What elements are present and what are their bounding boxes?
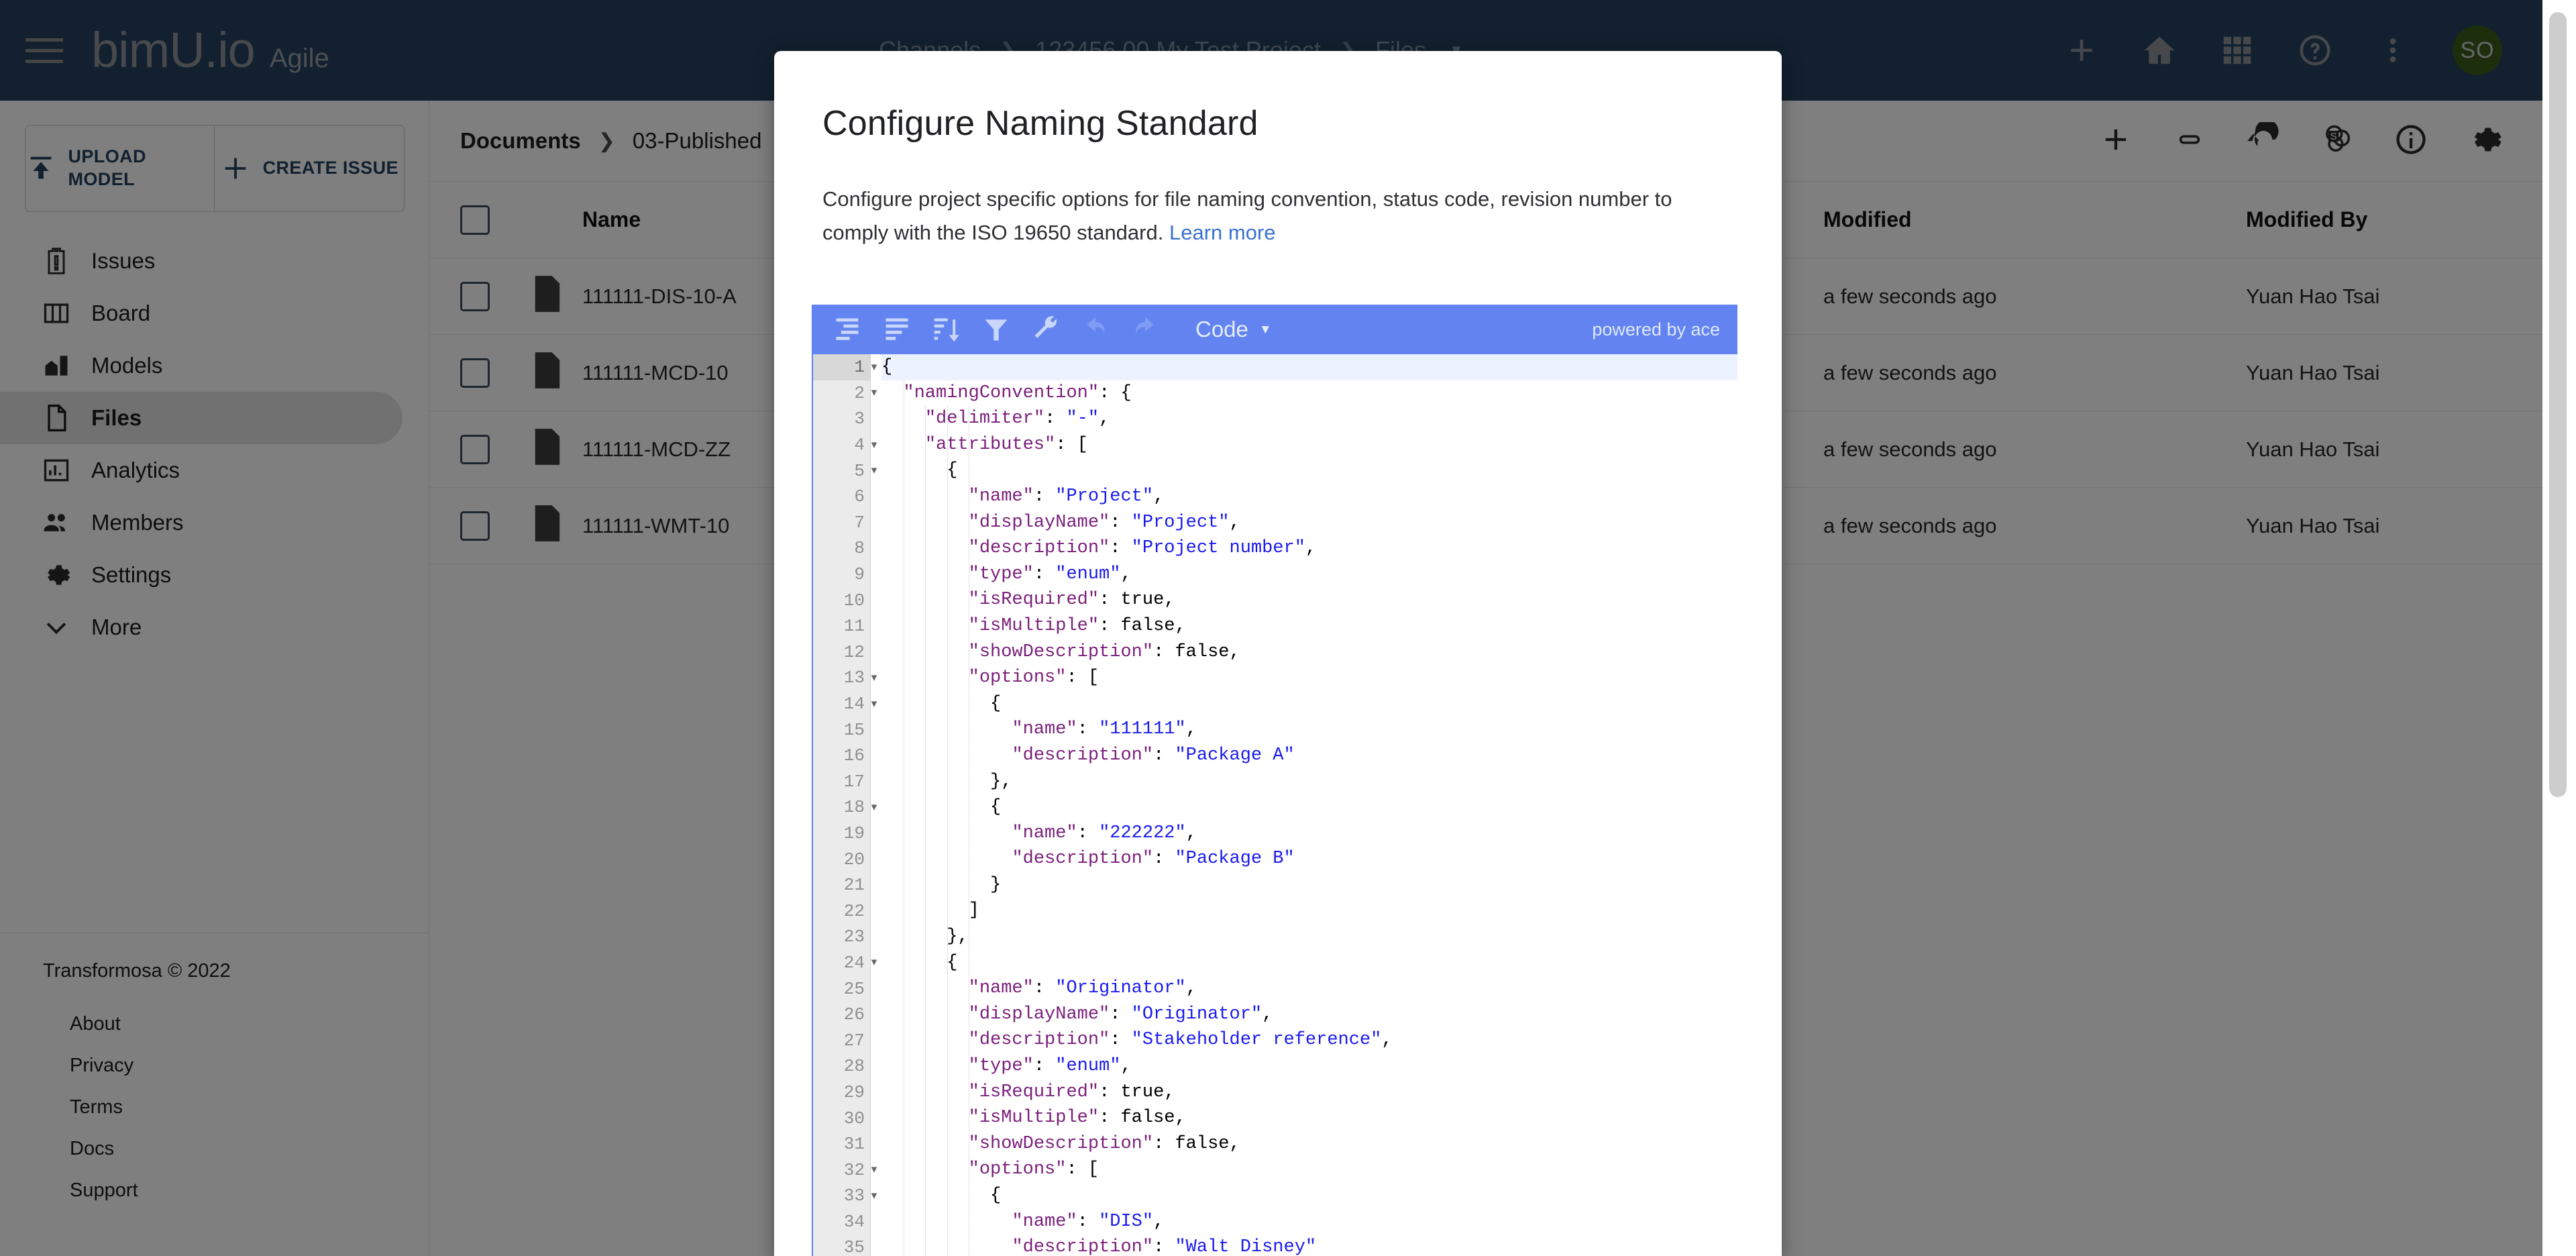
filter-icon[interactable] — [971, 305, 1021, 354]
code-line[interactable]: "attributes": [ — [881, 432, 1737, 458]
dialog-title: Configure Naming Standard — [822, 104, 1258, 143]
code-line[interactable]: "name": "DIS", — [881, 1209, 1737, 1235]
gutter-line[interactable]: 10 — [813, 587, 870, 613]
gutter-line[interactable]: 26 — [813, 1002, 870, 1028]
gutter-line[interactable]: 6 — [813, 484, 870, 510]
code-line[interactable]: "isRequired": true, — [881, 587, 1737, 613]
code-line[interactable]: "description": "Package B" — [881, 846, 1737, 872]
gutter-line[interactable]: 33 ▾ — [813, 1183, 877, 1209]
code-line[interactable]: "description": "Stakeholder reference", — [881, 1027, 1737, 1053]
collapse-all-icon[interactable] — [822, 305, 872, 354]
code-line[interactable]: } — [881, 872, 1737, 898]
app-root: bimU.io Agile Channels ❯ 123456.00 My Te… — [0, 0, 2576, 1256]
gutter-line[interactable]: 28 — [813, 1053, 870, 1080]
gutter-line[interactable]: 13 ▾ — [813, 665, 877, 691]
code-line[interactable]: { — [881, 1183, 1737, 1209]
gutter-line[interactable]: 24 ▾ — [813, 950, 877, 976]
code-line[interactable]: "isRequired": true, — [881, 1080, 1737, 1106]
gutter-line[interactable]: 18 ▾ — [813, 794, 877, 821]
gutter-line[interactable]: 3 — [813, 406, 870, 432]
code-line[interactable]: }, — [881, 769, 1737, 795]
code-line[interactable]: "displayName": "Project", — [881, 510, 1737, 536]
code-line[interactable]: "isMultiple": false, — [881, 1105, 1737, 1131]
code-line[interactable]: "isMultiple": false, — [881, 613, 1737, 639]
code-line[interactable]: "namingConvention": { — [881, 380, 1737, 407]
code-line[interactable]: "description": "Walt Disney" — [881, 1235, 1737, 1256]
editor-mode-dropdown[interactable]: Code ▼ — [1195, 317, 1272, 342]
code-line[interactable]: "name": "111111", — [881, 717, 1737, 743]
code-line[interactable]: "showDescription": false, — [881, 639, 1737, 666]
indent-guide — [925, 406, 926, 1256]
gutter-line[interactable]: 7 — [813, 510, 870, 536]
repair-icon[interactable] — [1021, 305, 1071, 354]
code-line[interactable]: ] — [881, 898, 1737, 924]
gutter-line[interactable]: 31 — [813, 1131, 870, 1157]
powered-by-label: powered by ace — [1592, 319, 1720, 339]
code-line[interactable]: "delimiter": "-", — [881, 406, 1737, 432]
code-line[interactable]: "showDescription": false, — [881, 1131, 1737, 1157]
gutter-line[interactable]: 32 ▾ — [813, 1157, 877, 1183]
code-line[interactable]: { — [881, 354, 1737, 380]
gutter-line[interactable]: 12 — [813, 639, 870, 666]
code-line[interactable]: "options": [ — [881, 665, 1737, 691]
gutter-line[interactable]: 19 — [813, 821, 870, 847]
gutter-line[interactable]: 35 — [813, 1235, 870, 1256]
gutter-line[interactable]: 15 — [813, 717, 870, 743]
code-line[interactable]: "options": [ — [881, 1157, 1737, 1183]
gutter-line[interactable]: 11 — [813, 613, 870, 639]
gutter-line[interactable]: 17 — [813, 769, 870, 795]
gutter-line[interactable]: 29 — [813, 1080, 870, 1106]
editor-mode-label: Code — [1195, 317, 1248, 342]
learn-more-link[interactable]: Learn more — [1169, 221, 1276, 244]
json-editor: Code ▼ powered by ace 1 ▾ 2 ▾ 3 4 ▾ 5 ▾ 6 7 8 9 10 11 1… — [812, 305, 1737, 1256]
gutter-line[interactable]: 14 ▾ — [813, 691, 877, 717]
gutter-line[interactable]: 22 — [813, 898, 870, 924]
indent-guide — [947, 406, 948, 1256]
editor-code-area[interactable]: { "namingConvention": { "delimiter": "-"… — [872, 354, 1737, 1256]
configure-naming-standard-dialog: Configure Naming Standard Configure proj… — [774, 51, 1782, 1256]
sort-icon[interactable] — [922, 305, 971, 354]
gutter-line[interactable]: 20 — [813, 846, 870, 872]
page-scrollbar[interactable] — [2549, 12, 2567, 797]
gutter-line[interactable]: 23 — [813, 924, 870, 950]
gutter-line[interactable]: 4 ▾ — [813, 432, 877, 458]
gutter-line[interactable]: 5 ▾ — [813, 458, 877, 484]
gutter-line[interactable]: 16 — [813, 743, 870, 769]
gutter-line[interactable]: 30 — [813, 1105, 870, 1131]
undo-icon[interactable] — [1071, 305, 1120, 354]
gutter-line[interactable]: 1 ▾ — [813, 354, 877, 380]
editor-gutter[interactable]: 1 ▾ 2 ▾ 3 4 ▾ 5 ▾ 6 7 8 9 10 11 12 13 ▾ 14 ▾ 15 16 17 18 ▾ 19 20 21… — [813, 354, 877, 1256]
code-line[interactable]: { — [881, 950, 1737, 976]
code-line[interactable]: "type": "enum", — [881, 562, 1737, 588]
code-line[interactable]: "name": "Originator", — [881, 976, 1737, 1002]
redo-icon[interactable] — [1120, 305, 1170, 354]
code-line[interactable]: "displayName": "Originator", — [881, 1002, 1737, 1028]
editor-body[interactable]: 1 ▾ 2 ▾ 3 4 ▾ 5 ▾ 6 7 8 9 10 11 12 13 ▾ 14 ▾ 15 16 17 18 ▾ 19 20 21… — [813, 354, 1737, 1256]
gutter-line[interactable]: 2 ▾ — [813, 380, 877, 407]
gutter-line[interactable]: 9 — [813, 562, 870, 588]
gutter-line[interactable]: 34 — [813, 1209, 870, 1235]
code-line[interactable]: "name": "222222", — [881, 821, 1737, 847]
code-line[interactable]: "description": "Project number", — [881, 535, 1737, 562]
code-line[interactable]: { — [881, 794, 1737, 821]
chevron-down-icon: ▼ — [1258, 322, 1272, 337]
dialog-description: Configure project specific options for f… — [774, 144, 1782, 250]
gutter-line[interactable]: 25 — [813, 976, 870, 1002]
code-line[interactable]: }, — [881, 924, 1737, 950]
expand-all-icon[interactable] — [872, 305, 922, 354]
gutter-line[interactable]: 21 — [813, 872, 870, 898]
gutter-line[interactable]: 8 — [813, 535, 870, 562]
editor-toolbar: Code ▼ powered by ace — [813, 305, 1737, 354]
code-line[interactable]: { — [881, 691, 1737, 717]
gutter-line[interactable]: 27 — [813, 1027, 870, 1053]
code-line[interactable]: { — [881, 458, 1737, 484]
code-line[interactable]: "name": "Project", — [881, 484, 1737, 510]
code-line[interactable]: "type": "enum", — [881, 1053, 1737, 1080]
code-line[interactable]: "description": "Package A" — [881, 743, 1737, 769]
